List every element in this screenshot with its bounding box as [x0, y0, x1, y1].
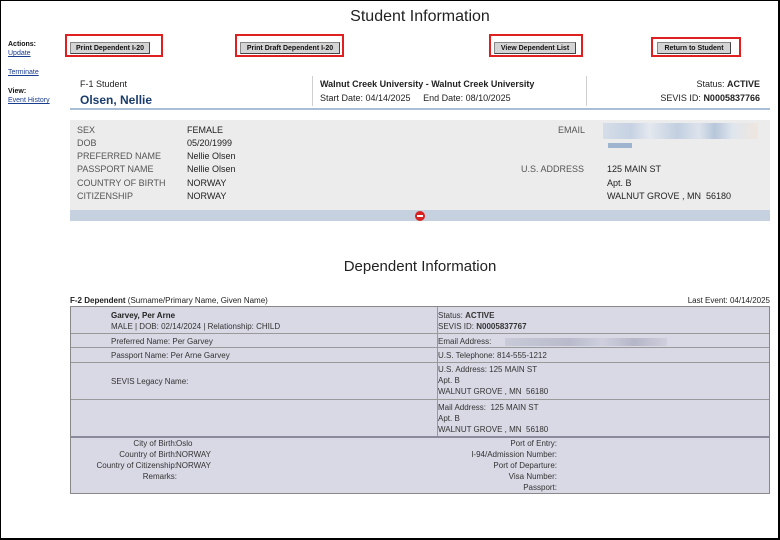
dob-label: DOB — [77, 138, 97, 148]
dependent-type: F-2 Dependent — [70, 296, 126, 305]
citizenship-value: NORWAY — [187, 191, 227, 201]
last-event: Last Event: 04/14/2025 — [687, 296, 770, 305]
email-redacted — [603, 123, 758, 139]
collapse-icon[interactable] — [415, 211, 425, 221]
dependent-table: Garvey, Per Arne MALE | DOB: 02/14/2024 … — [70, 306, 770, 494]
email-redacted-link[interactable] — [608, 143, 632, 148]
country-of-birth-label: COUNTRY OF BIRTH — [77, 178, 166, 188]
passport-label: Passport: — [523, 483, 557, 492]
visa-number-label: Visa Number: — [508, 472, 557, 481]
dependent-us-address-1: U.S. Address: 125 MAIN ST — [438, 365, 538, 374]
dependent-passport-name: Passport Name: Per Arne Garvey — [111, 351, 230, 360]
passport-name-label: PASSPORT NAME — [77, 164, 154, 174]
collapse-bar — [70, 210, 770, 221]
student-status-label: Status: — [696, 79, 725, 89]
port-of-entry-label: Port of Entry: — [510, 439, 557, 448]
country-of-birth-value: NORWAY — [187, 178, 227, 188]
sex-label: SEX — [77, 125, 96, 135]
university-name: Walnut Creek University - Walnut Creek U… — [320, 79, 535, 89]
view-dependent-list-button[interactable]: View Dependent List — [494, 42, 576, 54]
dependent-email-redacted — [505, 338, 667, 346]
dependent-mail-address-2: Apt. B — [438, 414, 460, 423]
dependent-type-hint: (Surname/Primary Name, Given Name) — [127, 296, 268, 305]
student-info-panel: SEX FEMALE DOB 05/20/1999 PREFERRED NAME… — [70, 120, 770, 210]
student-status-value: ACTIVE — [726, 79, 760, 89]
row-divider — [71, 347, 769, 348]
citizenship-label: CITIZENSHIP — [77, 191, 134, 201]
country-of-birth-label: Country of Birth: — [119, 450, 177, 459]
country-of-citizenship-label: Country of Citizenship: — [96, 461, 177, 470]
actions-heading: Actions: — [8, 41, 36, 48]
country-of-birth-value: NORWAY — [176, 450, 211, 459]
header-divider — [312, 76, 313, 106]
student-category: F-1 Student — [80, 79, 128, 89]
row-divider — [71, 362, 769, 363]
dependent-email-label: Email Address: — [438, 337, 492, 346]
remarks-label: Remarks: — [142, 472, 177, 481]
page-title: Student Information — [350, 8, 490, 25]
us-address-label: U.S. ADDRESS — [521, 164, 585, 174]
dependent-preferred-name: Preferred Name: Per Garvey — [111, 337, 213, 346]
i94-label: I-94/Admission Number: — [471, 450, 557, 459]
update-link[interactable]: Update — [8, 50, 31, 57]
header-divider-right — [586, 76, 587, 106]
dependent-telephone: U.S. Telephone: 814-555-1212 — [438, 351, 547, 360]
student-sevis-id: SEVIS ID: N0005837766 — [660, 93, 760, 103]
passport-name-value: Nellie Olsen — [187, 164, 236, 174]
student-status: Status: ACTIVE — [696, 79, 760, 89]
preferred-name-value: Nellie Olsen — [187, 151, 236, 161]
print-dependent-i20-button[interactable]: Print Dependent I-20 — [70, 42, 150, 54]
dependent-mail-address-3: WALNUT GROVE , MN 56180 — [438, 425, 549, 434]
dependent-sevis-id: SEVIS ID: N0005837767 — [438, 322, 527, 331]
email-label: EMAIL — [558, 125, 586, 135]
event-history-link[interactable]: Event History — [8, 97, 50, 104]
port-of-departure-label: Port of Departure: — [493, 461, 557, 470]
dependent-summary: MALE | DOB: 02/14/2024 | Relationship: C… — [111, 322, 281, 331]
student-name: Olsen, Nellie — [80, 93, 153, 107]
dependent-sevis-value: N0005837767 — [476, 322, 527, 331]
dob-value: 05/20/1999 — [187, 138, 233, 148]
dependent-mail-address-1: Mail Address: 125 MAIN ST — [438, 403, 539, 412]
dependent-section-title: Dependent Information — [343, 258, 497, 275]
row-divider — [71, 399, 769, 400]
country-of-citizenship-value: NORWAY — [176, 461, 211, 470]
terminate-link[interactable]: Terminate — [8, 69, 39, 76]
address-line-3: WALNUT GROVE , MN 56180 — [607, 191, 732, 201]
preferred-name-label: PREFERRED NAME — [77, 151, 162, 161]
sevis-legacy-name: SEVIS Legacy Name: — [111, 377, 189, 386]
dependent-name: Garvey, Per Arne — [111, 311, 176, 320]
dependent-us-address-2: Apt. B — [438, 376, 460, 385]
dependent-us-address-3: WALNUT GROVE , MN 56180 — [438, 387, 549, 396]
row-divider — [71, 333, 769, 334]
print-draft-dependent-i20-button[interactable]: Print Draft Dependent I-20 — [240, 42, 340, 54]
dependent-status-label: Status: — [438, 311, 463, 320]
view-heading: View: — [8, 88, 27, 95]
dependent-status: Status: ACTIVE — [438, 311, 494, 320]
address-line-2: Apt. B — [607, 178, 632, 188]
row-divider — [71, 436, 769, 438]
header-rule — [70, 108, 770, 110]
dependent-type-heading: F-2 Dependent (Surname/Primary Name, Giv… — [70, 296, 268, 305]
dependent-sevis-label: SEVIS ID: — [438, 322, 475, 331]
dependent-status-value: ACTIVE — [465, 311, 495, 320]
city-of-birth-label: City of Birth: — [133, 439, 177, 448]
student-sevis-label: SEVIS ID: — [660, 93, 701, 103]
return-to-student-button[interactable]: Return to Student — [657, 42, 731, 54]
city-of-birth-value: Oslo — [176, 439, 193, 448]
program-dates: Start Date: 04/14/2025 End Date: 08/10/2… — [320, 93, 511, 103]
sex-value: FEMALE — [187, 125, 224, 135]
student-sevis-value: N0005837766 — [703, 93, 760, 103]
address-line-1: 125 MAIN ST — [607, 164, 662, 174]
